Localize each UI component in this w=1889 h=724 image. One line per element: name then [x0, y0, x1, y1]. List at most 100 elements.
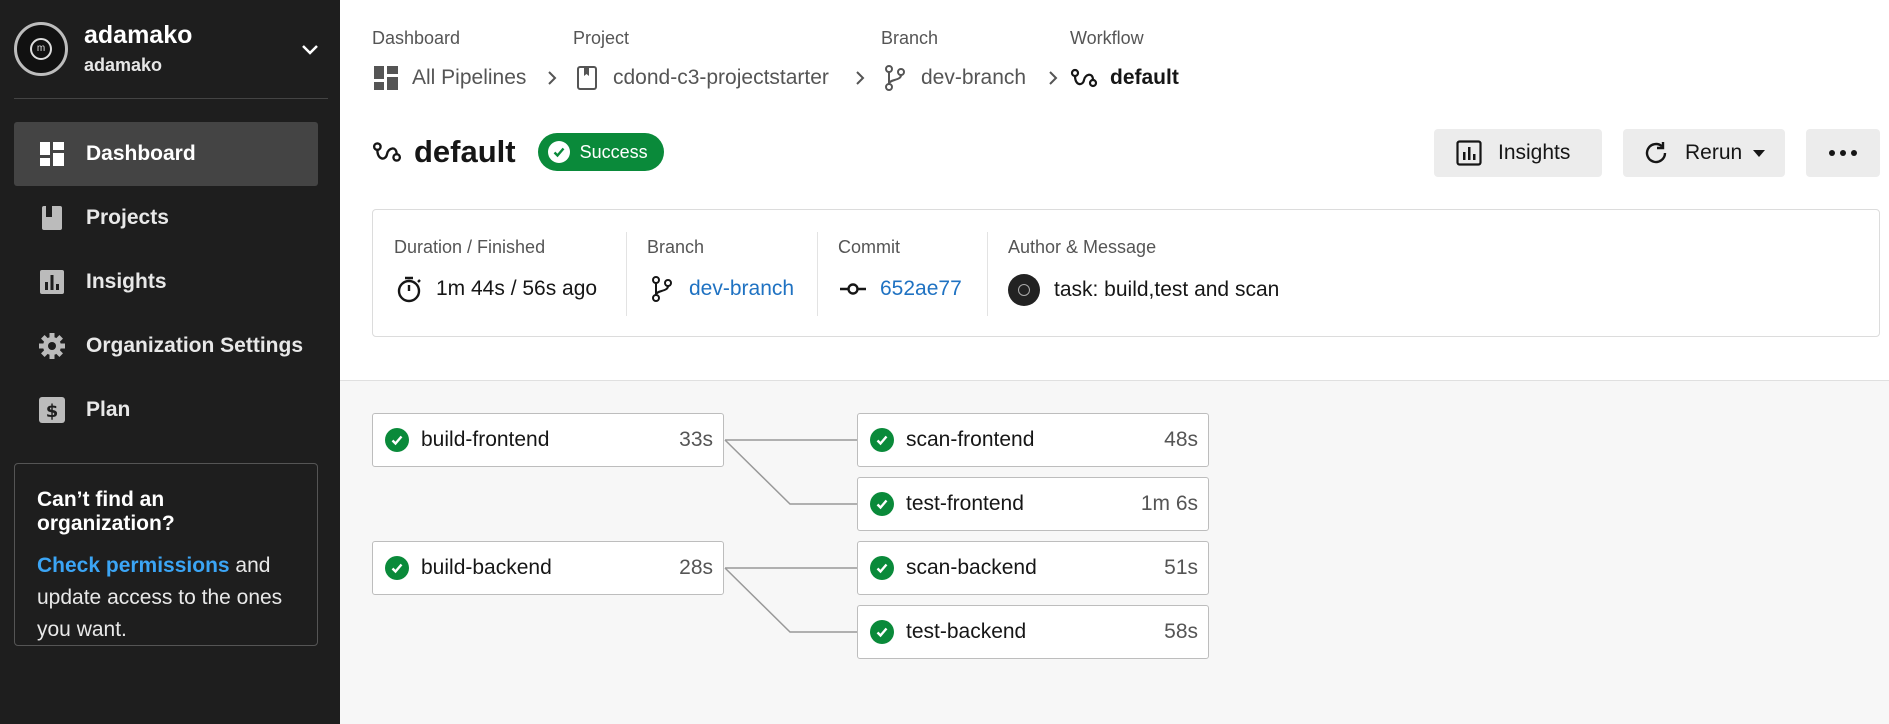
- job-name: test-backend: [906, 620, 1027, 643]
- breadcrumb-value: All Pipelines: [412, 66, 527, 89]
- workflow-icon: [372, 142, 402, 162]
- divider: [987, 232, 988, 316]
- gear-icon: [38, 332, 66, 360]
- sidebar-item-label: Projects: [86, 206, 169, 229]
- job-test-backend[interactable]: test-backend 58s: [857, 605, 1209, 659]
- stopwatch-icon: [394, 274, 424, 304]
- dashboard-icon: [38, 140, 66, 168]
- insights-icon: [38, 268, 66, 296]
- job-name: build-backend: [421, 556, 552, 579]
- sidebar-divider: [14, 98, 328, 99]
- job-duration: 51s: [1164, 556, 1198, 579]
- branch-link[interactable]: dev-branch: [689, 277, 794, 301]
- insights-icon: [1454, 138, 1484, 168]
- breadcrumb-dashboard: Dashboard All Pipelines: [372, 28, 557, 90]
- sidebar-item-insights[interactable]: Insights: [14, 250, 318, 314]
- breadcrumb-label: Workflow: [1070, 28, 1144, 48]
- success-check-icon: [870, 620, 894, 644]
- rerun-button-label: Rerun: [1685, 141, 1743, 164]
- job-scan-backend[interactable]: scan-backend 51s: [857, 541, 1209, 595]
- job-name: test-frontend: [906, 492, 1024, 515]
- org-name: adamako: [84, 21, 193, 49]
- info-label: Duration / Finished: [394, 237, 546, 257]
- status-badge: Success: [537, 133, 664, 171]
- divider: [817, 232, 818, 316]
- more-dots-icon: [1829, 150, 1857, 156]
- breadcrumb-value: default: [1110, 66, 1179, 89]
- commit-message: task: build,test and scan: [1054, 278, 1280, 301]
- chevron-right-icon: [548, 71, 557, 85]
- sidebar-item-dashboard[interactable]: Dashboard: [14, 122, 318, 186]
- breadcrumb-value: dev-branch: [921, 66, 1027, 89]
- success-check-icon: [870, 428, 894, 452]
- chevron-down-icon[interactable]: [298, 37, 322, 61]
- breadcrumb-all-pipelines[interactable]: All Pipelines: [372, 64, 526, 92]
- refresh-icon: [1641, 138, 1671, 168]
- workflow-info-card: Duration / Finished 1m 44s / 56s ago Bra…: [372, 209, 1880, 337]
- commit-icon: [838, 274, 868, 304]
- sidebar-item-label: Organization Settings: [86, 334, 304, 357]
- insights-button-label: Insights: [1498, 141, 1571, 164]
- info-label: Author & Message: [1008, 237, 1157, 257]
- breadcrumb-workflow: Workflow default: [1070, 28, 1179, 89]
- check-icon: [547, 141, 570, 163]
- projects-icon: [38, 204, 66, 232]
- project-icon: [573, 64, 601, 92]
- job-duration: 33s: [679, 428, 713, 451]
- info-value: task: build,test and scan: [1008, 274, 1279, 306]
- breadcrumb-label: Project: [573, 28, 630, 48]
- job-name: scan-backend: [906, 556, 1037, 579]
- commit-link[interactable]: 652ae77: [880, 277, 962, 301]
- dollar-icon: $: [38, 396, 66, 424]
- check-permissions-link[interactable]: Check permissions: [37, 554, 230, 577]
- success-check-icon: [385, 428, 409, 452]
- job-build-backend[interactable]: build-backend 28s: [372, 541, 724, 595]
- page-title: default: [414, 134, 516, 169]
- sidebar-item-label: Plan: [86, 398, 131, 421]
- branch-icon: [647, 274, 677, 304]
- breadcrumb-project: Project cdond-c3-projectstarter: [573, 28, 865, 90]
- job-duration: 28s: [679, 556, 713, 579]
- sidebar-item-plan[interactable]: $ Plan: [14, 378, 318, 442]
- job-build-frontend[interactable]: build-frontend 33s: [372, 413, 724, 467]
- svg-text:$: $: [46, 401, 59, 422]
- sidebar-item-projects[interactable]: Projects: [14, 186, 318, 250]
- duration-value: 1m 44s / 56s ago: [436, 277, 598, 300]
- org-switcher[interactable]: m adamako adamako: [14, 21, 328, 77]
- branch-icon: [881, 64, 909, 92]
- caret-down-icon: [1753, 150, 1766, 157]
- insights-button[interactable]: Insights: [1434, 129, 1602, 177]
- info-value: dev-branch: [647, 274, 794, 304]
- success-check-icon: [870, 492, 894, 516]
- info-value: 1m 44s / 56s ago: [394, 274, 597, 304]
- success-check-icon: [385, 556, 409, 580]
- success-check-icon: [870, 556, 894, 580]
- sidebar-item-organization-settings[interactable]: Organization Settings: [14, 314, 318, 378]
- info-value: 652ae77: [838, 274, 962, 304]
- breadcrumb-branch: Branch dev-branch: [881, 28, 1058, 91]
- breadcrumb-project-link[interactable]: cdond-c3-projectstarter: [573, 64, 829, 92]
- workflow-header: default Success: [372, 130, 664, 174]
- job-name: build-frontend: [421, 428, 550, 451]
- job-name: scan-frontend: [906, 428, 1035, 451]
- chevron-right-icon: [1049, 71, 1058, 85]
- status-text: Success: [579, 141, 648, 162]
- info-label: Commit: [838, 237, 900, 257]
- job-test-frontend[interactable]: test-frontend 1m 6s: [857, 477, 1209, 531]
- info-label: Branch: [647, 237, 705, 257]
- help-card: Can’t find an organization? Check permis…: [14, 463, 318, 646]
- pipelines-icon: [372, 64, 400, 92]
- job-scan-frontend[interactable]: scan-frontend 48s: [857, 413, 1209, 467]
- breadcrumb-value: cdond-c3-projectstarter: [613, 66, 829, 89]
- breadcrumb-branch-link[interactable]: dev-branch: [881, 64, 1026, 92]
- workflow-icon: [1070, 64, 1098, 92]
- divider: [626, 232, 627, 316]
- rerun-button[interactable]: Rerun: [1623, 129, 1785, 177]
- more-options-button[interactable]: [1806, 129, 1880, 177]
- chevron-right-icon: [856, 71, 865, 85]
- org-avatar: m: [14, 22, 68, 76]
- breadcrumb-workflow-current: default: [1070, 64, 1179, 92]
- sidebar-item-label: Insights: [86, 270, 167, 293]
- breadcrumb-label: Branch: [881, 28, 939, 48]
- author-avatar: [1008, 274, 1040, 306]
